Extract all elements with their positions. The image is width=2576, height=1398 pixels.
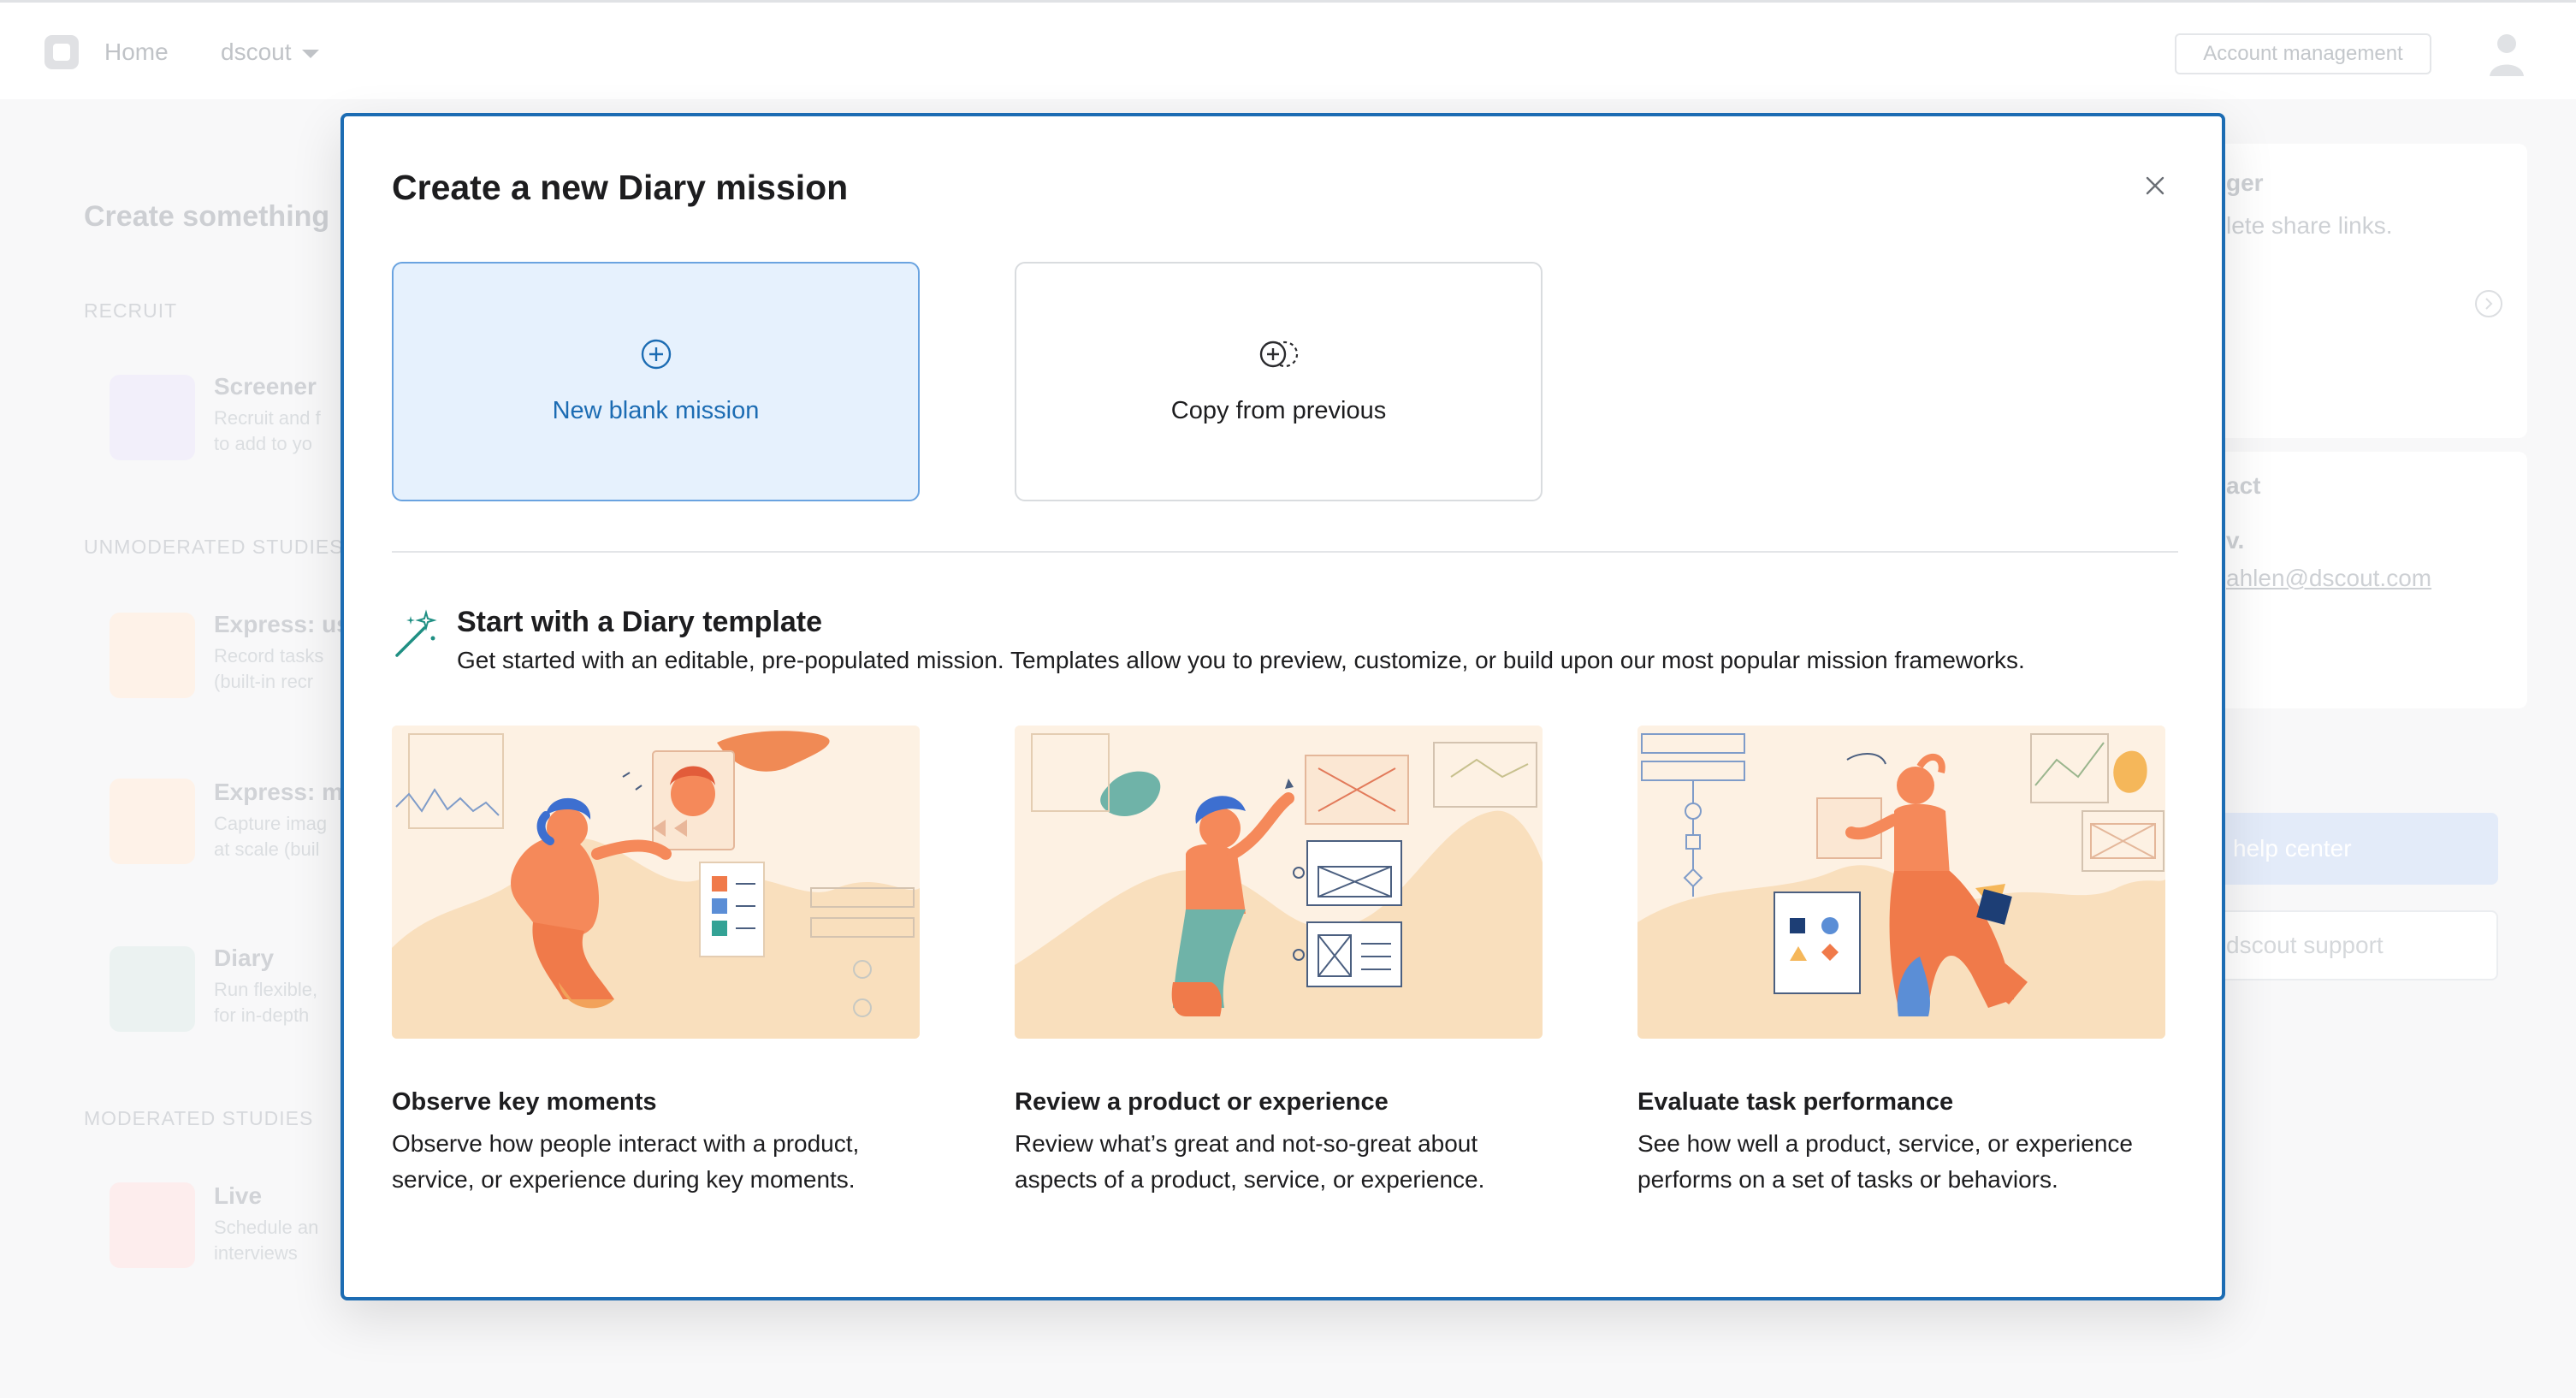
template-card-evaluate-task[interactable]: Evaluate task performance See how well a… (1637, 726, 2165, 1193)
template-description: Observe how people interact with a produ… (392, 1130, 860, 1193)
template-card-review-product[interactable]: Review a product or experience Review wh… (1015, 726, 1543, 1193)
template-section-description: Get started with an editable, pre-popula… (457, 647, 2025, 673)
evaluate-task-illustration (1637, 726, 2165, 1039)
magic-wand-icon (395, 609, 437, 657)
template-description: Review what’s great and not-so-great abo… (1015, 1130, 1485, 1193)
template-description: See how well a product, service, or expe… (1637, 1130, 2133, 1193)
modal-title: Create a new Diary mission (392, 168, 849, 207)
new-blank-mission-option[interactable]: New blank mission (392, 262, 920, 501)
template-title: Evaluate task performance (1637, 1088, 1954, 1116)
new-blank-mission-label: New blank mission (552, 397, 760, 424)
template-section-heading: Start with a Diary template (457, 606, 823, 638)
observe-key-moments-illustration (392, 726, 920, 1039)
copy-from-previous-option[interactable]: Copy from previous (1015, 262, 1543, 501)
create-diary-mission-modal: Create a new Diary mission New blank mis… (341, 113, 2225, 1300)
section-divider (392, 551, 2178, 553)
review-product-illustration (1015, 726, 1543, 1039)
plus-circle-icon (641, 339, 671, 370)
close-icon[interactable] (2142, 173, 2168, 198)
template-title: Observe key moments (392, 1088, 657, 1116)
template-title: Review a product or experience (1015, 1088, 1389, 1116)
copy-circle-icon (1259, 341, 1298, 368)
template-card-observe-key-moments[interactable]: Observe key moments Observe how people i… (392, 726, 920, 1193)
copy-from-previous-label: Copy from previous (1170, 397, 1387, 424)
